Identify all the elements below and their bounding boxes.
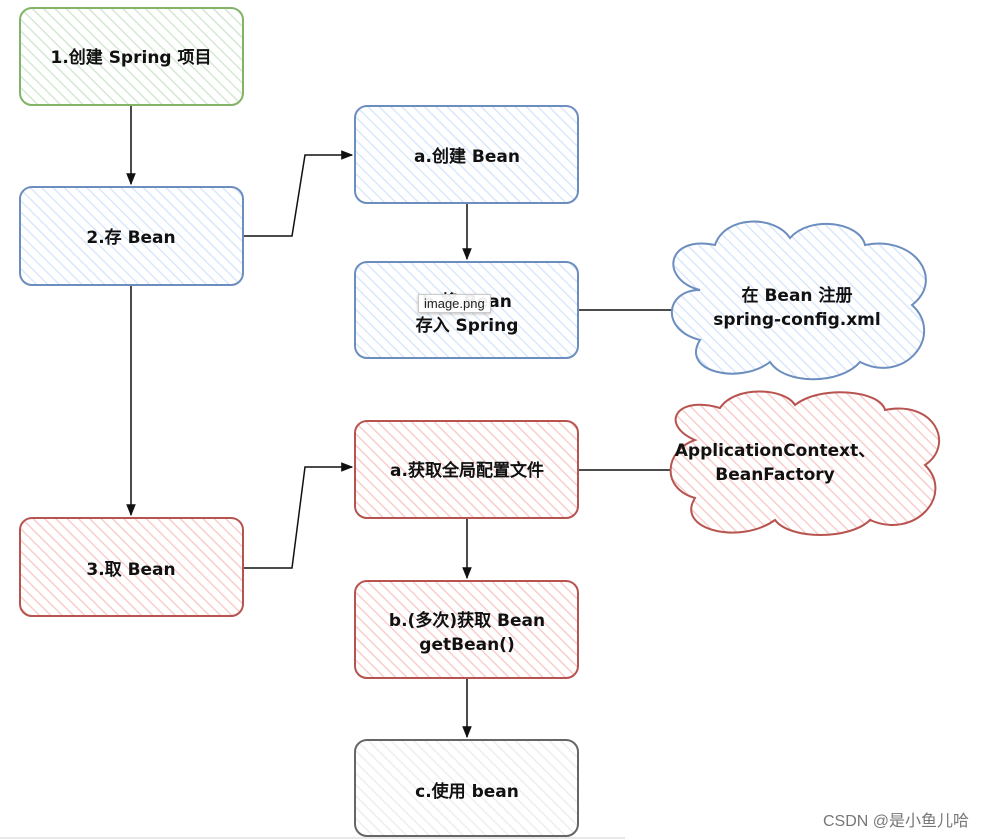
node-get-b: b.(多次)获取 Bean getBean() [354, 580, 579, 679]
watermark: CSDN @是小鱼儿哈 [822, 813, 969, 830]
flow-diagram: 1.创建 Spring 项目 2.存 Bean 3.取 Bean a.创建 Be… [19, 7, 941, 837]
node-step2-label: 2.存 Bean [86, 227, 175, 248]
node-get-b-label-2: getBean() [419, 635, 514, 655]
edge-step3-get-a [243, 462, 354, 569]
node-step1: 1.创建 Spring 项目 [19, 7, 244, 106]
cloud-store: 在 Bean 注册 spring-config.xml [670, 220, 927, 381]
node-store-b-label-2: 存入 Spring [416, 315, 519, 336]
edge-step2-store-a [243, 150, 354, 237]
node-get-a: a.获取全局配置文件 [354, 420, 579, 519]
node-step3-label: 3.取 Bean [86, 560, 175, 580]
cloud-get: ApplicationContext、 BeanFactory [669, 390, 941, 536]
node-store-a-label: a.创建 Bean [414, 146, 520, 167]
node-step1-label: 1.创建 Spring 项目 [50, 47, 211, 68]
cloud-get-label-1: ApplicationContext、 [675, 441, 875, 461]
node-step2: 2.存 Bean [19, 186, 244, 286]
node-get-c: c.使用 bean [354, 739, 579, 837]
node-step3: 3.取 Bean [19, 517, 244, 617]
node-get-c-label: c.使用 bean [415, 781, 519, 802]
image-tooltip: image.png [418, 294, 491, 313]
node-get-a-label: a.获取全局配置文件 [390, 460, 544, 481]
cloud-store-label-1: 在 Bean 注册 [742, 285, 853, 306]
node-store-a: a.创建 Bean [354, 105, 579, 204]
cloud-get-label-2: BeanFactory [715, 465, 835, 485]
node-get-b-label-1: b.(多次)获取 Bean [389, 610, 545, 631]
cloud-store-label-2: spring-config.xml [713, 310, 880, 330]
